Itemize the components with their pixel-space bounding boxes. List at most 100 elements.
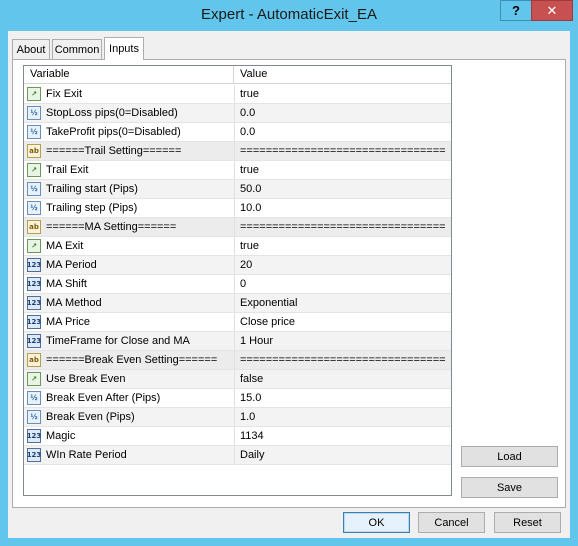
variable-cell: ½ StopLoss pips(0=Disabled) xyxy=(24,104,235,122)
table-row[interactable]: ½ Break Even (Pips) 1.0 xyxy=(24,408,451,427)
value-cell[interactable]: 50.0 xyxy=(235,180,451,198)
double-icon: ½ xyxy=(27,106,41,120)
table-row[interactable]: ↗ Use Break Even false xyxy=(24,370,451,389)
table-row[interactable]: 123 MA Price Close price xyxy=(24,313,451,332)
save-button[interactable]: Save xyxy=(461,477,558,498)
string-icon: ab xyxy=(27,220,41,234)
variable-cell: ½ Trailing step (Pips) xyxy=(24,199,235,217)
variable-name: TakeProfit pips(0=Disabled) xyxy=(46,126,181,138)
value-cell[interactable]: 1.0 xyxy=(235,408,451,426)
value-cell[interactable]: ================================ xyxy=(235,351,451,369)
table-row[interactable]: ½ Trailing start (Pips) 50.0 xyxy=(24,180,451,199)
variable-cell: ½ Break Even (Pips) xyxy=(24,408,235,426)
table-row[interactable]: ½ TakeProfit pips(0=Disabled) 0.0 xyxy=(24,123,451,142)
variable-cell: ½ Break Even After (Pips) xyxy=(24,389,235,407)
load-button[interactable]: Load xyxy=(461,446,558,467)
variable-name: StopLoss pips(0=Disabled) xyxy=(46,107,178,119)
boolean-icon: ↗ xyxy=(27,372,41,386)
variable-name: ======Break Even Setting====== xyxy=(46,354,218,366)
double-icon: ½ xyxy=(27,391,41,405)
dialog-window: Expert - AutomaticExit_EA ? ✕ About Comm… xyxy=(0,0,578,546)
table-row[interactable]: ½ Trailing step (Pips) 10.0 xyxy=(24,199,451,218)
value-cell[interactable]: ================================ xyxy=(235,218,451,236)
table-row[interactable]: 123 MA Shift 0 xyxy=(24,275,451,294)
value-cell[interactable]: false xyxy=(235,370,451,388)
variable-name: Magic xyxy=(46,430,76,442)
variable-cell: ↗ MA Exit xyxy=(24,237,235,255)
value-cell[interactable]: 10.0 xyxy=(235,199,451,217)
value-cell[interactable]: Exponential xyxy=(235,294,451,312)
variable-name: Fix Exit xyxy=(46,88,83,100)
variable-cell: 123 MA Price xyxy=(24,313,235,331)
variable-name: Break Even After (Pips) xyxy=(46,392,161,404)
tab-inputs[interactable]: Inputs xyxy=(104,37,144,60)
table-row[interactable]: ab ======Break Even Setting====== ========… xyxy=(24,351,451,370)
table-row[interactable]: ½ Break Even After (Pips) 15.0 xyxy=(24,389,451,408)
variable-name: Trailing step (Pips) xyxy=(46,202,138,214)
value-cell[interactable]: 0 xyxy=(235,275,451,293)
integer-icon: 123 xyxy=(27,277,41,291)
table-row[interactable]: 123 MA Period 20 xyxy=(24,256,451,275)
integer-icon: 123 xyxy=(27,258,41,272)
double-icon: ½ xyxy=(27,182,41,196)
table-row[interactable]: ↗ MA Exit true xyxy=(24,237,451,256)
reset-button[interactable]: Reset xyxy=(494,512,561,533)
table-row[interactable]: 123 MA Method Exponential xyxy=(24,294,451,313)
value-cell[interactable]: Close price xyxy=(235,313,451,331)
value-cell[interactable]: true xyxy=(235,85,451,103)
value-cell[interactable]: Daily xyxy=(235,446,451,464)
value-cell[interactable]: 15.0 xyxy=(235,389,451,407)
table-row[interactable]: 123 Magic 1134 xyxy=(24,427,451,446)
variable-cell: ½ TakeProfit pips(0=Disabled) xyxy=(24,123,235,141)
help-button[interactable]: ? xyxy=(500,0,532,21)
tab-about[interactable]: About xyxy=(12,39,50,59)
tab-common[interactable]: Common xyxy=(52,39,102,59)
column-header-variable[interactable]: Variable xyxy=(24,66,234,84)
value-cell[interactable]: true xyxy=(235,237,451,255)
value-cell[interactable]: 1134 xyxy=(235,427,451,445)
value-cell[interactable]: ================================ xyxy=(235,142,451,160)
window-title: Expert - AutomaticExit_EA xyxy=(201,6,377,23)
variable-name: TimeFrame for Close and MA xyxy=(46,335,190,347)
variable-name: MA Price xyxy=(46,316,91,328)
variable-name: Trail Exit xyxy=(46,164,89,176)
table-row[interactable]: ab ======Trail Setting====== =============… xyxy=(24,142,451,161)
variable-name: ======MA Setting====== xyxy=(46,221,177,233)
table-row[interactable]: ↗ Trail Exit true xyxy=(24,161,451,180)
double-icon: ½ xyxy=(27,201,41,215)
variable-cell: 123 MA Period xyxy=(24,256,235,274)
table-row[interactable]: ab ======MA Setting====== ================… xyxy=(24,218,451,237)
variable-cell: ab ======Break Even Setting====== xyxy=(24,351,235,369)
ok-button[interactable]: OK xyxy=(343,512,410,533)
value-cell[interactable]: 0.0 xyxy=(235,123,451,141)
table-row[interactable]: ½ StopLoss pips(0=Disabled) 0.0 xyxy=(24,104,451,123)
integer-icon: 123 xyxy=(27,429,41,443)
string-icon: ab xyxy=(27,144,41,158)
value-cell[interactable]: true xyxy=(235,161,451,179)
table-row[interactable]: ↗ Fix Exit true xyxy=(24,85,451,104)
variable-cell: 123 WIn Rate Period xyxy=(24,446,235,464)
variable-cell: 123 MA Method xyxy=(24,294,235,312)
integer-icon: 123 xyxy=(27,296,41,310)
variable-name: WIn Rate Period xyxy=(46,449,127,461)
column-header-value[interactable]: Value xyxy=(235,66,451,84)
cancel-button[interactable]: Cancel xyxy=(418,512,485,533)
variable-cell: ½ Trailing start (Pips) xyxy=(24,180,235,198)
inputs-grid: Variable Value ↗ Fix Exit true ½ StopLoss pi… xyxy=(23,65,452,496)
close-button[interactable]: ✕ xyxy=(531,0,573,21)
value-cell[interactable]: 1 Hour xyxy=(235,332,451,350)
variable-cell: ab ======Trail Setting====== xyxy=(24,142,235,160)
variable-name: Use Break Even xyxy=(46,373,126,385)
variable-cell: ↗ Use Break Even xyxy=(24,370,235,388)
value-cell[interactable]: 20 xyxy=(235,256,451,274)
value-cell[interactable]: 0.0 xyxy=(235,104,451,122)
boolean-icon: ↗ xyxy=(27,163,41,177)
double-icon: ½ xyxy=(27,410,41,424)
table-row[interactable]: 123 WIn Rate Period Daily xyxy=(24,446,451,465)
table-row[interactable]: 123 TimeFrame for Close and MA 1 Hour xyxy=(24,332,451,351)
variable-name: Trailing start (Pips) xyxy=(46,183,138,195)
variable-name: ======Trail Setting====== xyxy=(46,145,182,157)
title-bar: Expert - AutomaticExit_EA ? ✕ xyxy=(0,0,578,31)
variable-cell: ab ======MA Setting====== xyxy=(24,218,235,236)
boolean-icon: ↗ xyxy=(27,239,41,253)
